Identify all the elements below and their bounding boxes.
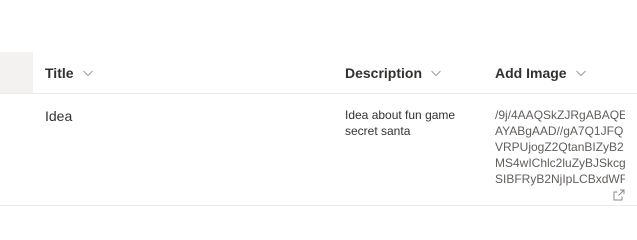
column-header-description-label: Description xyxy=(345,64,423,81)
cell-add-image: /9j/4AAQSkZJRgABAQE AYABgAAD//gA7Q1JFQ V… xyxy=(495,107,625,187)
column-header-description[interactable]: Description xyxy=(345,52,442,93)
column-header-title-label: Title xyxy=(45,64,74,81)
image-data-line: AYABgAAD//gA7Q1JFQ xyxy=(495,124,624,138)
chevron-down-icon[interactable] xyxy=(575,67,587,79)
chevron-down-icon[interactable] xyxy=(430,67,442,79)
image-data-line: SIBFRyB2NjIpLCBxdWFs xyxy=(495,172,625,186)
image-data-line: MS4wIChlc2luZyBJSkcg xyxy=(495,156,625,170)
column-header-add-image[interactable]: Add Image xyxy=(495,52,587,93)
select-all-cell[interactable] xyxy=(0,52,33,93)
list-view: Title Description Add Image Idea Idea ab… xyxy=(0,0,637,214)
open-in-new-icon[interactable] xyxy=(613,189,625,201)
cell-title[interactable]: Idea xyxy=(45,108,72,124)
image-data-line: /9j/4AAQSkZJRgABAQE xyxy=(495,108,625,122)
image-data-line: VRPUjogZ2QtanBIZyB2 xyxy=(495,140,624,154)
table-row[interactable]: Idea Idea about fun game secret santa /9… xyxy=(0,94,637,206)
column-header-row: Title Description Add Image xyxy=(0,52,637,94)
chevron-down-icon[interactable] xyxy=(82,67,94,79)
cell-description: Idea about fun game secret santa xyxy=(345,108,456,138)
column-header-add-image-label: Add Image xyxy=(495,64,567,81)
column-header-title[interactable]: Title xyxy=(45,52,94,93)
